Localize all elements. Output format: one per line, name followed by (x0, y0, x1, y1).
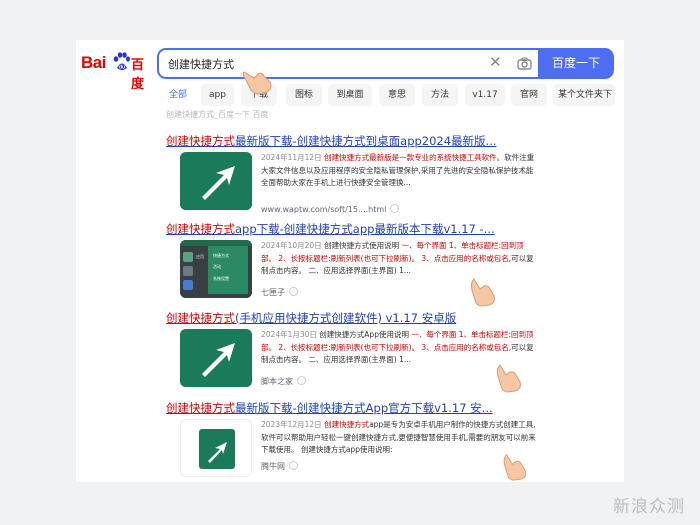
close-icon[interactable]: ✕ (489, 53, 502, 71)
result-source[interactable]: 脚本之家 (261, 376, 306, 387)
title-highlight: 创建快捷方式 (166, 311, 235, 325)
search-query-text: 创建快捷方式 (168, 58, 234, 71)
result-thumbnail[interactable] (180, 329, 252, 387)
pointing-hand-icon (496, 364, 521, 393)
search-page: Bai du 百度 创建快捷方式 ✕ 百度一下 全部 app 下载 图标 到桌面… (76, 40, 624, 482)
result-snippet: 2024年11月12日 创建快捷方式最新版是一款专业的系统快捷工具软件。软件注重… (261, 153, 535, 187)
app-arrow-icon (180, 329, 252, 387)
search-button[interactable]: 百度一下 (538, 48, 614, 79)
tab-desktop[interactable]: 到桌面 (328, 84, 372, 106)
tab-version[interactable]: v1.17 (465, 84, 505, 106)
info-icon[interactable] (289, 287, 298, 296)
result-date: 2024年10月20日 (261, 241, 322, 250)
result-source[interactable]: 七匣子 (261, 287, 298, 298)
result-snippet: 2024年1月30日 创建快捷方式App使用说明 一、每个界面 1、单击标题栏:… (261, 330, 534, 364)
result-date: 2024年11月12日 (261, 153, 322, 162)
result-date: 2024年1月30日 (261, 330, 317, 339)
camera-icon[interactable] (517, 57, 532, 70)
search-input[interactable]: 创建快捷方式 ✕ (157, 48, 538, 79)
tab-official[interactable]: 官网 (511, 84, 547, 106)
result-title-link[interactable]: 创建快捷方式最新版下载-创建快捷方式到桌面app2024最新版... (166, 133, 497, 149)
result-title-link[interactable]: 创建快捷方式(手机应用快捷方式创建软件) v1.17 安卓版 (166, 310, 456, 326)
title-highlight: 创建快捷方式 (166, 222, 235, 236)
tab-method[interactable]: 方法 (422, 84, 458, 106)
result-snippet: 2024年10月20日 创建快捷方式使用说明 一、每个界面 1、单击标题栏:回到… (261, 241, 534, 275)
result-title-link[interactable]: 创建快捷方式最新版下载-创建快捷方式App官方下载v1.17 安... (166, 400, 493, 416)
title-rest: 最新版下载-创建快捷方式App官方下载v1.17 安... (235, 401, 493, 415)
pointing-hand-icon (503, 454, 527, 481)
title-highlight: 创建快捷方式 (166, 134, 235, 148)
logo-du: 百度 (131, 58, 145, 92)
tab-app[interactable]: app (201, 84, 234, 106)
info-icon[interactable] (289, 461, 298, 470)
info-icon[interactable] (390, 204, 400, 213)
baidu-logo[interactable]: Bai du 百度 (81, 52, 151, 92)
svg-text:du: du (119, 65, 125, 71)
app-arrow-icon (181, 420, 251, 476)
result-source[interactable]: www.waptw.com/soft/15....html (261, 204, 400, 214)
result-thumbnail[interactable] (180, 152, 252, 210)
result-thumbnail[interactable]: 应用 快捷方式 活动 系统设置 (180, 240, 252, 298)
app-arrow-icon (180, 152, 252, 210)
watermark: 新浪众测 (613, 497, 685, 517)
result-thumbnail[interactable] (180, 419, 252, 477)
tab-meaning[interactable]: 意思 (379, 84, 415, 106)
title-rest: (手机应用快捷方式创建软件) v1.17 安卓版 (235, 311, 457, 325)
logo-bai: Bai (81, 53, 106, 72)
tab-folder[interactable]: 某个文件夹下 (553, 84, 615, 106)
result-title-link[interactable]: 创建快捷方式app下载-创建快捷方式app最新版本下载v1.17 -... (166, 221, 495, 237)
info-icon[interactable] (297, 376, 306, 385)
tab-icon[interactable]: 图标 (286, 84, 322, 106)
result-snippet: 2023年12月12日 创建快捷方式app是专为安卓手机用户制作的快捷方式创建工… (261, 420, 536, 454)
result-date: 2023年12月12日 (261, 420, 322, 429)
pointing-hand-icon (242, 71, 272, 95)
paw-icon: du (113, 52, 130, 71)
pointing-hand-icon (470, 278, 495, 307)
result-source[interactable]: 腾牛网 (261, 461, 298, 472)
tab-all[interactable]: 全部 (164, 84, 192, 106)
faded-result-line: 创建快捷方式_百度一下 百度 (166, 110, 269, 119)
title-rest: 最新版下载-创建快捷方式到桌面app2024最新版... (235, 134, 497, 148)
title-highlight: 创建快捷方式 (166, 401, 235, 415)
title-rest: app下载-创建快捷方式app最新版本下载v1.17 -... (235, 222, 495, 236)
